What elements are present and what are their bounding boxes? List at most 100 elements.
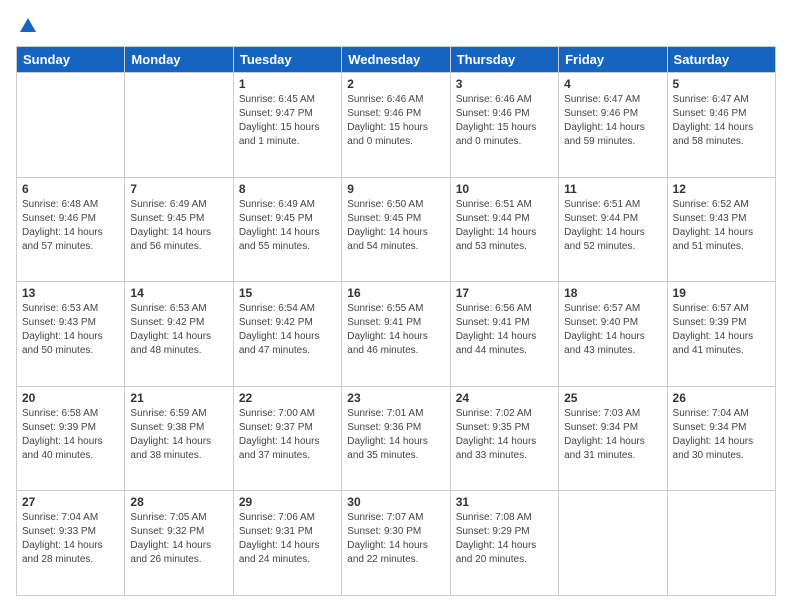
- day-number: 7: [130, 182, 227, 196]
- day-number: 22: [239, 391, 336, 405]
- day-number: 25: [564, 391, 661, 405]
- day-header-wednesday: Wednesday: [342, 47, 450, 73]
- calendar-cell: 14 Sunrise: 6:53 AMSunset: 9:42 PMDayligh…: [125, 282, 233, 387]
- calendar-cell: 17 Sunrise: 6:56 AMSunset: 9:41 PMDayligh…: [450, 282, 558, 387]
- calendar-cell: 25 Sunrise: 7:03 AMSunset: 9:34 PMDayligh…: [559, 386, 667, 491]
- day-detail: Sunrise: 6:53 AMSunset: 9:42 PMDaylight:…: [130, 302, 227, 358]
- calendar-cell: 10 Sunrise: 6:51 AMSunset: 9:44 PMDayligh…: [450, 177, 558, 282]
- calendar-cell: [125, 73, 233, 178]
- day-number: 4: [564, 77, 661, 91]
- calendar-week-4: 20 Sunrise: 6:58 AMSunset: 9:39 PMDayligh…: [17, 386, 776, 491]
- calendar-cell: 3 Sunrise: 6:46 AMSunset: 9:46 PMDaylight…: [450, 73, 558, 178]
- day-number: 29: [239, 495, 336, 509]
- calendar-cell: [667, 491, 775, 596]
- day-detail: Sunrise: 7:01 AMSunset: 9:36 PMDaylight:…: [347, 407, 444, 463]
- calendar-cell: 21Sunrise: 6:59 AMSunset: 9:38 PMDayligh…: [125, 386, 233, 491]
- day-number: 12: [673, 182, 770, 196]
- day-detail: Sunrise: 6:47 AMSunset: 9:46 PMDaylight:…: [564, 93, 661, 149]
- calendar-cell: 5 Sunrise: 6:47 AMSunset: 9:46 PMDaylight…: [667, 73, 775, 178]
- day-number: 27: [22, 495, 119, 509]
- calendar-cell: 29 Sunrise: 7:06 AMSunset: 9:31 PMDayligh…: [233, 491, 341, 596]
- day-detail: Sunrise: 6:58 AMSunset: 9:39 PMDaylight:…: [22, 407, 119, 463]
- day-header-monday: Monday: [125, 47, 233, 73]
- day-number: 17: [456, 286, 553, 300]
- day-number: 1: [239, 77, 336, 91]
- day-number: 26: [673, 391, 770, 405]
- calendar-cell: 30 Sunrise: 7:07 AMSunset: 9:30 PMDayligh…: [342, 491, 450, 596]
- calendar-cell: 16 Sunrise: 6:55 AMSunset: 9:41 PMDayligh…: [342, 282, 450, 387]
- day-detail: Sunrise: 6:45 AMSunset: 9:47 PMDaylight:…: [239, 93, 336, 149]
- calendar-cell: [17, 73, 125, 178]
- day-number: 3: [456, 77, 553, 91]
- day-number: 19: [673, 286, 770, 300]
- day-number: 15: [239, 286, 336, 300]
- day-header-sunday: Sunday: [17, 47, 125, 73]
- day-detail: Sunrise: 6:49 AMSunset: 9:45 PMDaylight:…: [130, 198, 227, 254]
- day-header-tuesday: Tuesday: [233, 47, 341, 73]
- day-detail: Sunrise: 6:51 AMSunset: 9:44 PMDaylight:…: [564, 198, 661, 254]
- logo: [16, 16, 38, 36]
- day-number: 24: [456, 391, 553, 405]
- day-header-saturday: Saturday: [667, 47, 775, 73]
- day-number: 30: [347, 495, 444, 509]
- day-detail: Sunrise: 7:02 AMSunset: 9:35 PMDaylight:…: [456, 407, 553, 463]
- day-detail: Sunrise: 6:46 AMSunset: 9:46 PMDaylight:…: [456, 93, 553, 149]
- day-detail: Sunrise: 7:06 AMSunset: 9:31 PMDaylight:…: [239, 511, 336, 567]
- day-detail: Sunrise: 7:03 AMSunset: 9:34 PMDaylight:…: [564, 407, 661, 463]
- day-detail: Sunrise: 6:56 AMSunset: 9:41 PMDaylight:…: [456, 302, 553, 358]
- calendar-week-5: 27 Sunrise: 7:04 AMSunset: 9:33 PMDayligh…: [17, 491, 776, 596]
- calendar-cell: 19Sunrise: 6:57 AMSunset: 9:39 PMDayligh…: [667, 282, 775, 387]
- calendar-cell: 26Sunrise: 7:04 AMSunset: 9:34 PMDayligh…: [667, 386, 775, 491]
- calendar-header-row: SundayMondayTuesdayWednesdayThursdayFrid…: [17, 47, 776, 73]
- calendar-cell: 1 Sunrise: 6:45 AMSunset: 9:47 PMDaylight…: [233, 73, 341, 178]
- calendar-cell: 2 Sunrise: 6:46 AMSunset: 9:46 PMDaylight…: [342, 73, 450, 178]
- day-detail: Sunrise: 6:49 AMSunset: 9:45 PMDaylight:…: [239, 198, 336, 254]
- day-detail: Sunrise: 6:54 AMSunset: 9:42 PMDaylight:…: [239, 302, 336, 358]
- calendar-cell: 28Sunrise: 7:05 AMSunset: 9:32 PMDayligh…: [125, 491, 233, 596]
- calendar-cell: 4 Sunrise: 6:47 AMSunset: 9:46 PMDaylight…: [559, 73, 667, 178]
- calendar-week-2: 6 Sunrise: 6:48 AMSunset: 9:46 PMDaylight…: [17, 177, 776, 282]
- calendar-cell: 7 Sunrise: 6:49 AMSunset: 9:45 PMDaylight…: [125, 177, 233, 282]
- day-detail: Sunrise: 6:55 AMSunset: 9:41 PMDaylight:…: [347, 302, 444, 358]
- calendar-week-3: 13 Sunrise: 6:53 AMSunset: 9:43 PMDayligh…: [17, 282, 776, 387]
- day-number: 23: [347, 391, 444, 405]
- day-detail: Sunrise: 7:07 AMSunset: 9:30 PMDaylight:…: [347, 511, 444, 567]
- day-number: 10: [456, 182, 553, 196]
- day-number: 5: [673, 77, 770, 91]
- day-number: 16: [347, 286, 444, 300]
- day-detail: Sunrise: 6:51 AMSunset: 9:44 PMDaylight:…: [456, 198, 553, 254]
- header: [16, 16, 776, 36]
- calendar: SundayMondayTuesdayWednesdayThursdayFrid…: [16, 46, 776, 596]
- calendar-week-1: 1 Sunrise: 6:45 AMSunset: 9:47 PMDaylight…: [17, 73, 776, 178]
- day-number: 13: [22, 286, 119, 300]
- calendar-cell: 12 Sunrise: 6:52 AMSunset: 9:43 PMDayligh…: [667, 177, 775, 282]
- day-detail: Sunrise: 6:52 AMSunset: 9:43 PMDaylight:…: [673, 198, 770, 254]
- day-detail: Sunrise: 6:46 AMSunset: 9:46 PMDaylight:…: [347, 93, 444, 149]
- day-detail: Sunrise: 7:08 AMSunset: 9:29 PMDaylight:…: [456, 511, 553, 567]
- day-number: 11: [564, 182, 661, 196]
- day-number: 2: [347, 77, 444, 91]
- day-detail: Sunrise: 6:57 AMSunset: 9:40 PMDaylight:…: [564, 302, 661, 358]
- day-number: 6: [22, 182, 119, 196]
- day-number: 14: [130, 286, 227, 300]
- calendar-cell: 20 Sunrise: 6:58 AMSunset: 9:39 PMDayligh…: [17, 386, 125, 491]
- calendar-cell: 18 Sunrise: 6:57 AMSunset: 9:40 PMDayligh…: [559, 282, 667, 387]
- day-number: 31: [456, 495, 553, 509]
- page: SundayMondayTuesdayWednesdayThursdayFrid…: [0, 0, 792, 612]
- calendar-cell: 13 Sunrise: 6:53 AMSunset: 9:43 PMDayligh…: [17, 282, 125, 387]
- day-detail: Sunrise: 6:53 AMSunset: 9:43 PMDaylight:…: [22, 302, 119, 358]
- calendar-cell: 24 Sunrise: 7:02 AMSunset: 9:35 PMDayligh…: [450, 386, 558, 491]
- day-detail: Sunrise: 6:48 AMSunset: 9:46 PMDaylight:…: [22, 198, 119, 254]
- calendar-cell: 11 Sunrise: 6:51 AMSunset: 9:44 PMDayligh…: [559, 177, 667, 282]
- day-detail: Sunrise: 6:47 AMSunset: 9:46 PMDaylight:…: [673, 93, 770, 149]
- calendar-cell: 6 Sunrise: 6:48 AMSunset: 9:46 PMDaylight…: [17, 177, 125, 282]
- calendar-cell: 22Sunrise: 7:00 AMSunset: 9:37 PMDayligh…: [233, 386, 341, 491]
- day-detail: Sunrise: 6:50 AMSunset: 9:45 PMDaylight:…: [347, 198, 444, 254]
- day-detail: Sunrise: 7:04 AMSunset: 9:33 PMDaylight:…: [22, 511, 119, 567]
- day-number: 18: [564, 286, 661, 300]
- calendar-cell: 31 Sunrise: 7:08 AMSunset: 9:29 PMDayligh…: [450, 491, 558, 596]
- calendar-cell: [559, 491, 667, 596]
- day-number: 20: [22, 391, 119, 405]
- day-detail: Sunrise: 7:05 AMSunset: 9:32 PMDaylight:…: [130, 511, 227, 567]
- day-header-friday: Friday: [559, 47, 667, 73]
